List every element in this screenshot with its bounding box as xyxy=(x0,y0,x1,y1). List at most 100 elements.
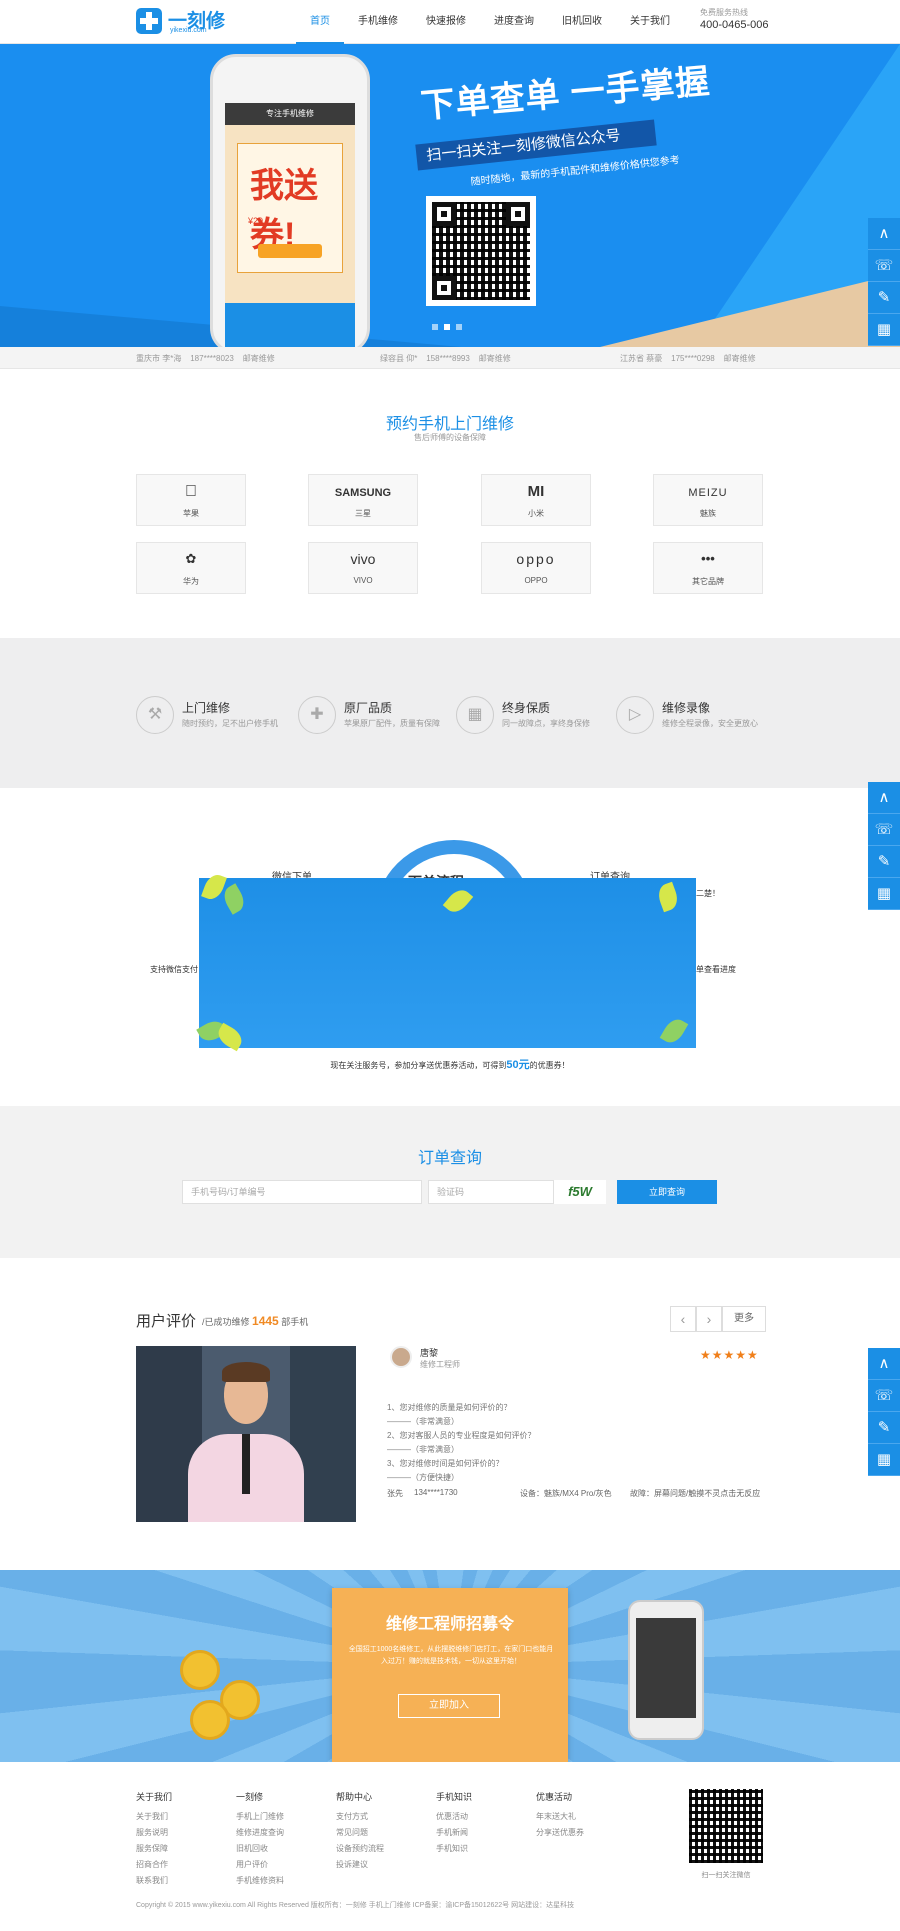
footer-link[interactable]: 服务保障 xyxy=(136,1841,172,1857)
hero-banner[interactable]: 专注手机维修 我送券! ¥20 下单查单 一手掌握 扫一扫关注一刻修微信公众号 … xyxy=(0,44,900,347)
feature-item: ✚ 原厂品质 苹果原厂配件，质量有保障 xyxy=(298,696,458,736)
nav-home[interactable]: 首页 xyxy=(296,0,344,44)
brand-name: 苹果 xyxy=(183,509,199,518)
phone-icon[interactable]: ☏ xyxy=(868,814,900,846)
brand-name: 华为 xyxy=(183,577,199,586)
phone-icon[interactable]: ☏ xyxy=(868,1380,900,1412)
footer-link[interactable]: 年末送大礼 xyxy=(536,1809,584,1825)
brand-oppo[interactable]: oppo OPPO xyxy=(481,542,591,594)
next-arrow-icon[interactable]: › xyxy=(696,1306,722,1332)
footer-link[interactable]: 服务说明 xyxy=(136,1825,172,1841)
prev-arrow-icon[interactable]: ‹ xyxy=(670,1306,696,1332)
phone-icon[interactable]: ☏ xyxy=(868,250,900,282)
carousel-dot[interactable] xyxy=(432,324,438,330)
footer: 关于我们 关于我们 服务说明 服务保障 招商合作 联系我们 一刻修 手机上门维修… xyxy=(0,1762,900,1931)
nav-quick-report[interactable]: 快速报修 xyxy=(412,0,480,44)
play-icon: ▷ xyxy=(616,696,654,734)
phone-screen: 专注手机维修 我送券! ¥20 xyxy=(225,103,355,347)
nav-progress[interactable]: 进度查询 xyxy=(480,0,548,44)
brand-name: 三星 xyxy=(355,509,371,518)
feature-item: ⚒ 上门维修 随时预约，足不出户修手机 xyxy=(136,696,296,736)
carousel-dot[interactable] xyxy=(444,324,450,330)
nav-phone-repair[interactable]: 手机维修 xyxy=(344,0,412,44)
huawei-logo: ✿ xyxy=(185,551,197,566)
captcha-input[interactable]: 验证码 xyxy=(428,1180,554,1204)
feature-title: 维修录像 xyxy=(662,701,711,715)
captcha-image[interactable]: f5W xyxy=(554,1180,606,1204)
ticker-item: 绿容县 仰* 158****8993 邮寄维修 xyxy=(380,354,511,363)
footer-link[interactable]: 设备预约流程 xyxy=(336,1841,384,1857)
footer-link[interactable]: 手机上门维修 xyxy=(236,1809,284,1825)
shield-plus-icon: ✚ xyxy=(298,696,336,734)
back-to-top-icon[interactable]: ∧ xyxy=(868,1348,900,1380)
footer-link[interactable]: 维修进度查询 xyxy=(236,1825,284,1841)
feature-desc: 维修全程录像，安全更放心 xyxy=(662,719,758,728)
join-button[interactable]: 立即加入 xyxy=(398,1694,500,1718)
reviews-count: /已成功维修 1445 部手机 xyxy=(202,1314,309,1328)
edit-icon[interactable]: ✎ xyxy=(868,1412,900,1444)
promo-message: 现在关注服务号，参加分享送优惠券活动，可得到50元的优惠券！ xyxy=(330,1059,570,1071)
footer-column: 关于我们 关于我们 服务说明 服务保障 招商合作 联系我们 xyxy=(136,1790,172,1889)
coin-decor xyxy=(180,1650,220,1690)
nav-recycle[interactable]: 旧机回收 xyxy=(548,0,616,44)
process-section: 微信下单 订单查询 下单流程 清二楚！ 支持微信支付 单查看进度 现在关注服务号… xyxy=(0,788,900,1106)
brand-meizu[interactable]: MEIZU 魅族 xyxy=(653,474,763,526)
promo-button xyxy=(258,244,322,258)
footer-link[interactable]: 分享送优惠券 xyxy=(536,1825,584,1841)
qr-icon[interactable]: ▦ xyxy=(868,1444,900,1476)
footer-link[interactable]: 手机维修资料 xyxy=(236,1873,284,1889)
footer-qr-label: 扫一扫关注微信 xyxy=(701,1872,751,1879)
carousel-dots xyxy=(432,324,462,330)
brand-samsung[interactable]: SAMSUNG 三星 xyxy=(308,474,418,526)
carousel-dot[interactable] xyxy=(456,324,462,330)
brand-name: 小米 xyxy=(528,509,544,518)
banner-title: 下单查单 一手掌握 xyxy=(419,62,712,126)
recruit-text: 全国招工1000名维修工，从此摆脱维修门店打工，在家门口也能月入过万！赚的就是技… xyxy=(348,1646,554,1665)
footer-link[interactable]: 用户评价 xyxy=(236,1857,284,1873)
coin-decor xyxy=(190,1700,230,1740)
edit-icon[interactable]: ✎ xyxy=(868,282,900,314)
device-info: 设备：魅族/MX4 Pro/灰色 xyxy=(520,1489,612,1498)
footer-link[interactable]: 联系我们 xyxy=(136,1873,172,1889)
order-number-input[interactable]: 手机号码/订单编号 xyxy=(182,1180,422,1204)
vivo-logo: vivo xyxy=(350,551,376,567)
review-answer: ———（非常满意） xyxy=(387,1445,459,1454)
brand-xiaomi[interactable]: MI 小米 xyxy=(481,474,591,526)
query-button[interactable]: 立即查询 xyxy=(617,1180,717,1204)
phone-illustration xyxy=(628,1600,704,1740)
brand-huawei[interactable]: ✿ 华为 xyxy=(136,542,246,594)
promo-popup[interactable] xyxy=(196,871,696,1052)
back-to-top-icon[interactable]: ∧ xyxy=(868,782,900,814)
feature-desc: 苹果原厂配件，质量有保障 xyxy=(344,719,440,728)
logo[interactable]: 一刻修 yikexiu.com xyxy=(136,6,246,38)
brand-vivo[interactable]: vivo VIVO xyxy=(308,542,418,594)
nav-about[interactable]: 关于我们 xyxy=(616,0,684,44)
booking-subtitle: 售后师傅的设备保障 xyxy=(414,433,486,442)
footer-link[interactable]: 旧机回收 xyxy=(236,1841,284,1857)
footer-link[interactable]: 关于我们 xyxy=(136,1809,172,1825)
footer-column: 优惠活动 年末送大礼 分享送优惠券 xyxy=(536,1790,584,1841)
footer-link[interactable]: 支付方式 xyxy=(336,1809,384,1825)
recruit-banner: 维修工程师招募令 全国招工1000名维修工，从此摆脱维修门店打工，在家门口也能月… xyxy=(0,1570,900,1762)
back-to-top-icon[interactable]: ∧ xyxy=(868,218,900,250)
footer-link[interactable]: 常见问题 xyxy=(336,1825,384,1841)
more-reviews-button[interactable]: 更多 xyxy=(722,1306,766,1332)
qr-icon[interactable]: ▦ xyxy=(868,314,900,346)
more-icon: ••• xyxy=(701,551,715,566)
brand-name: OPPO xyxy=(524,576,548,585)
footer-link[interactable]: 手机知识 xyxy=(436,1841,472,1857)
page: 一刻修 yikexiu.com 首页 手机维修 快速报修 进度查询 旧机回收 关… xyxy=(0,0,900,1931)
qr-icon[interactable]: ▦ xyxy=(868,878,900,910)
query-title: 订单查询 xyxy=(417,1150,482,1167)
edit-icon[interactable]: ✎ xyxy=(868,846,900,878)
brand-apple[interactable]:  苹果 xyxy=(136,474,246,526)
footer-link[interactable]: 手机新闻 xyxy=(436,1825,472,1841)
logo-cross-icon xyxy=(136,8,162,34)
footer-link[interactable]: 投诉建议 xyxy=(336,1857,384,1873)
brand-other[interactable]: ••• 其它品牌 xyxy=(653,542,763,594)
footer-column: 手机知识 优惠活动 手机新闻 手机知识 xyxy=(436,1790,472,1857)
footer-link[interactable]: 招商合作 xyxy=(136,1857,172,1873)
grid-icon: ▦ xyxy=(456,696,494,734)
footer-link[interactable]: 优惠活动 xyxy=(436,1809,472,1825)
footer-heading: 优惠活动 xyxy=(536,1792,573,1802)
